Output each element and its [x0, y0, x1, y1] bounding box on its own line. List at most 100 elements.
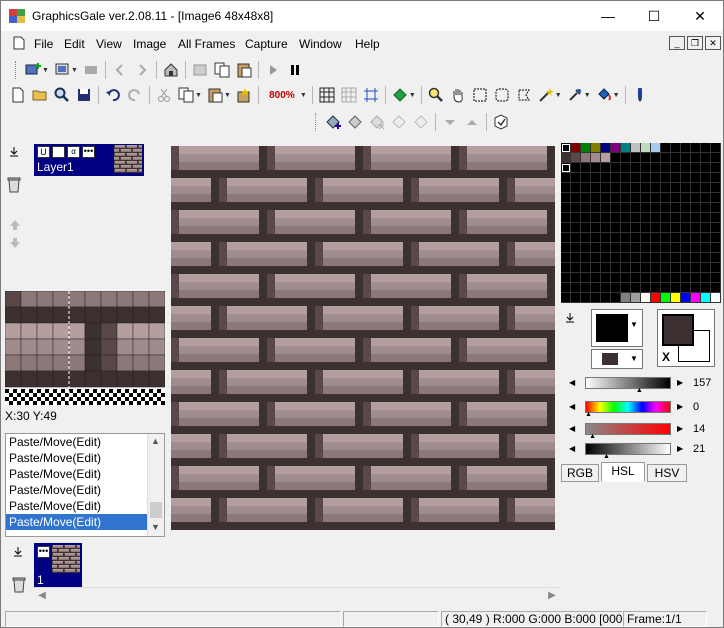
palette-swatch[interactable]: [641, 183, 651, 193]
palette-swatch[interactable]: [611, 283, 621, 293]
palette-swatch[interactable]: [701, 253, 711, 263]
trash-icon[interactable]: [6, 175, 22, 193]
palette-swatch[interactable]: [651, 293, 661, 303]
palette-swatch[interactable]: [631, 233, 641, 243]
add-color-icon[interactable]: [322, 111, 344, 133]
menu-window[interactable]: Window: [299, 37, 342, 51]
palette-load-icon[interactable]: [490, 111, 512, 133]
palette-swatch[interactable]: [631, 173, 641, 183]
slider-right-icon[interactable]: ▶: [677, 424, 683, 433]
palette-swatch[interactable]: [591, 163, 601, 173]
palette-swatch[interactable]: [611, 213, 621, 223]
palette-swatch[interactable]: [621, 263, 631, 273]
foreground-color-box[interactable]: ▼: [591, 309, 643, 347]
palette-swatch[interactable]: [581, 243, 591, 253]
palette-swatch[interactable]: [621, 243, 631, 253]
palette-swatch[interactable]: [641, 293, 651, 303]
palette-swatch[interactable]: [601, 293, 611, 303]
palette-swatch[interactable]: [581, 283, 591, 293]
palette-swatch[interactable]: [641, 203, 651, 213]
palette-swatch[interactable]: [621, 213, 631, 223]
layer-up-icon[interactable]: [9, 219, 21, 231]
tab-rgb[interactable]: RGB: [561, 464, 599, 482]
palette-swatch[interactable]: [681, 203, 691, 213]
palette-swatch[interactable]: [561, 263, 571, 273]
frame-properties-icon[interactable]: [51, 59, 73, 81]
palette-swatch[interactable]: [691, 163, 701, 173]
palette-swatch[interactable]: [661, 213, 671, 223]
palette-swatch[interactable]: [631, 193, 641, 203]
palette-swatch[interactable]: [621, 193, 631, 203]
free-select-icon[interactable]: [513, 84, 535, 106]
palette-swatch[interactable]: [601, 283, 611, 293]
menu-capture[interactable]: Capture: [245, 37, 288, 51]
palette-swatch[interactable]: [641, 243, 651, 253]
slider-track[interactable]: [585, 377, 671, 389]
palette-swatch[interactable]: [681, 173, 691, 183]
palette-swatch[interactable]: [581, 183, 591, 193]
play-icon[interactable]: [262, 59, 284, 81]
palette-swatch[interactable]: [711, 143, 721, 153]
palette-swatch[interactable]: [571, 273, 581, 283]
palette-swatch[interactable]: [601, 183, 611, 193]
palette-swatch[interactable]: [631, 273, 641, 283]
palette-swatch[interactable]: [671, 283, 681, 293]
color-import-icon[interactable]: [565, 313, 575, 323]
palette-swatch[interactable]: [671, 183, 681, 193]
palette-swatch[interactable]: [621, 223, 631, 233]
history-item[interactable]: Paste/Move(Edit): [6, 514, 164, 530]
palette-swatch[interactable]: [691, 293, 701, 303]
palette-swatch[interactable]: [651, 233, 661, 243]
slider-thumb[interactable]: ▲: [603, 453, 610, 460]
palette-swatch[interactable]: [571, 253, 581, 263]
palette-swatch[interactable]: [701, 203, 711, 213]
palette-swatch[interactable]: [611, 183, 621, 193]
palette-swatch[interactable]: [651, 163, 661, 173]
palette-swatch[interactable]: [571, 183, 581, 193]
bg-dropdown-icon[interactable]: ▼: [630, 354, 638, 363]
history-item[interactable]: Paste/Move(Edit): [6, 434, 164, 450]
undo-icon[interactable]: [102, 84, 124, 106]
paste-icon[interactable]: [204, 84, 226, 106]
palette-swatch[interactable]: [591, 233, 601, 243]
palette-swatch[interactable]: [671, 293, 681, 303]
palette-swatch[interactable]: [651, 203, 661, 213]
palette-swatch[interactable]: [691, 263, 701, 273]
palette-swatch[interactable]: [661, 153, 671, 163]
palette-swatch[interactable]: [591, 153, 601, 163]
palette-swatch[interactable]: [641, 163, 651, 173]
palette-swatch[interactable]: [691, 223, 701, 233]
palette-swatch[interactable]: [661, 233, 671, 243]
paste-new-icon[interactable]: [233, 84, 255, 106]
edit-color-icon[interactable]: [344, 111, 366, 133]
palette-swatch[interactable]: [601, 143, 611, 153]
palette-swatch[interactable]: [651, 273, 661, 283]
palette-swatch[interactable]: [611, 203, 621, 213]
palette-swatch[interactable]: [661, 293, 671, 303]
pen-tool-icon[interactable]: [629, 84, 651, 106]
palette-swatch[interactable]: [681, 283, 691, 293]
palette-swatch[interactable]: [641, 193, 651, 203]
palette-swatch[interactable]: [661, 193, 671, 203]
open-folder-icon[interactable]: [29, 84, 51, 106]
tab-hsl[interactable]: HSL: [601, 462, 645, 482]
palette-swatch[interactable]: [651, 223, 661, 233]
palette-swatch[interactable]: [561, 193, 571, 203]
palette-swatch[interactable]: [691, 143, 701, 153]
palette-swatch[interactable]: [691, 233, 701, 243]
scroll-thumb[interactable]: [150, 502, 162, 518]
palette-swatch[interactable]: [571, 243, 581, 253]
palette-swatch[interactable]: [641, 153, 651, 163]
fg-bg-indicator[interactable]: X: [657, 309, 715, 367]
palette-swatch[interactable]: [621, 293, 631, 303]
palette-swatch[interactable]: [601, 153, 611, 163]
palette-swatch[interactable]: [661, 183, 671, 193]
palette-swatch[interactable]: [691, 273, 701, 283]
pause-icon[interactable]: [284, 59, 306, 81]
palette-swatch[interactable]: [581, 253, 591, 263]
palette-swatch[interactable]: [711, 253, 721, 263]
palette-swatch[interactable]: [651, 263, 661, 273]
palette-swatch[interactable]: [641, 173, 651, 183]
magnifier-tool-icon[interactable]: [425, 84, 447, 106]
palette-swatch[interactable]: [631, 223, 641, 233]
